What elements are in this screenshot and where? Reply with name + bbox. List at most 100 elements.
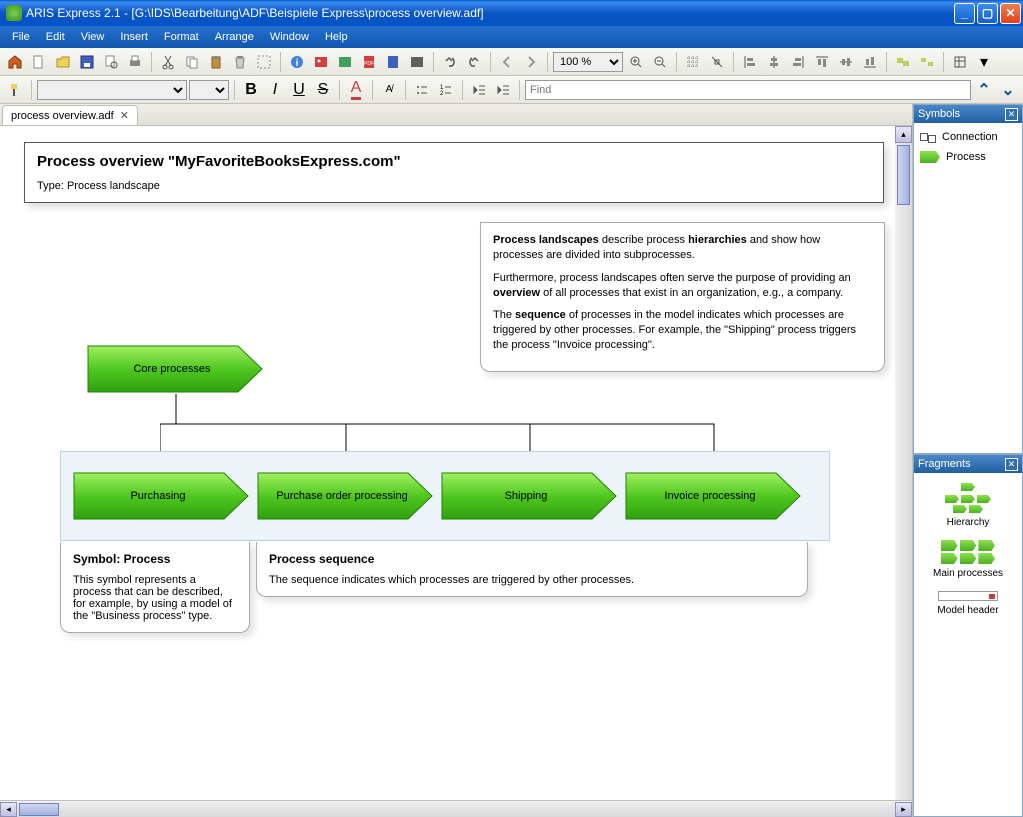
align-center-button[interactable] bbox=[763, 51, 785, 73]
numbering-button[interactable]: 12 bbox=[435, 79, 457, 101]
strikethrough-button[interactable]: S bbox=[312, 79, 334, 101]
fragments-panel-header[interactable]: Fragments ✕ bbox=[914, 455, 1022, 473]
titlebar: ARIS Express 2.1 - [G:\IDS\Bearbeitung\A… bbox=[0, 0, 1023, 26]
menu-arrange[interactable]: Arrange bbox=[207, 28, 262, 46]
clear-format-button[interactable]: A̸ bbox=[378, 79, 400, 101]
export-button[interactable] bbox=[406, 51, 428, 73]
menu-insert[interactable]: Insert bbox=[112, 28, 156, 46]
format-painter-button[interactable] bbox=[4, 79, 26, 101]
process-purchasing[interactable]: Purchasing bbox=[72, 471, 252, 521]
italic-button[interactable]: I bbox=[264, 79, 286, 101]
align-middle-button[interactable] bbox=[835, 51, 857, 73]
vertical-scrollbar[interactable]: ▴ bbox=[895, 126, 912, 800]
open-button[interactable] bbox=[52, 51, 74, 73]
print-button[interactable] bbox=[124, 51, 146, 73]
snap-button[interactable] bbox=[706, 51, 728, 73]
menu-window[interactable]: Window bbox=[262, 28, 317, 46]
font-color-button[interactable]: A bbox=[345, 79, 367, 101]
fragment-model-header[interactable]: Model header bbox=[918, 585, 1018, 622]
copy-button[interactable] bbox=[181, 51, 203, 73]
find-next-button[interactable]: ⌄ bbox=[997, 79, 1019, 101]
process-shipping-label: Shipping bbox=[440, 471, 620, 521]
process-shipping[interactable]: Shipping bbox=[440, 471, 620, 521]
align-bottom-button[interactable] bbox=[859, 51, 881, 73]
symbol-connection[interactable]: Connection bbox=[918, 127, 1018, 147]
export-pdf-button[interactable]: PDF bbox=[358, 51, 380, 73]
outdent-button[interactable] bbox=[468, 79, 490, 101]
undo-button[interactable] bbox=[439, 51, 461, 73]
delete-button[interactable] bbox=[229, 51, 251, 73]
process-invoice[interactable]: Invoice processing bbox=[624, 471, 804, 521]
nav-forward-button[interactable] bbox=[520, 51, 542, 73]
canvas-scroll[interactable]: Process overview "MyFavoriteBooksExpress… bbox=[0, 126, 912, 800]
model-header-box[interactable]: Process overview "MyFavoriteBooksExpress… bbox=[24, 142, 884, 203]
layout-dropdown[interactable]: ▾ bbox=[973, 51, 995, 73]
paste-button[interactable] bbox=[205, 51, 227, 73]
horizontal-scrollbar[interactable]: ◂ ▸ bbox=[0, 800, 912, 817]
ungroup-button[interactable] bbox=[916, 51, 938, 73]
description-box[interactable]: Process landscapes describe process hier… bbox=[480, 222, 885, 372]
font-size-select[interactable] bbox=[189, 80, 229, 100]
symbols-panel-close-icon[interactable]: ✕ bbox=[1005, 108, 1018, 121]
home-button[interactable] bbox=[4, 51, 26, 73]
process-invoice-label: Invoice processing bbox=[624, 471, 804, 521]
fragment-main-processes[interactable]: Main processes bbox=[918, 534, 1018, 585]
fragment-hierarchy[interactable]: Hierarchy bbox=[918, 477, 1018, 534]
symbol-process[interactable]: Process bbox=[918, 147, 1018, 167]
hscroll-thumb[interactable] bbox=[19, 803, 59, 816]
maximize-button[interactable]: ▢ bbox=[977, 3, 998, 24]
indent-button[interactable] bbox=[492, 79, 514, 101]
callout-symbol[interactable]: Symbol: Process This symbol represents a… bbox=[60, 542, 250, 633]
layout-button[interactable] bbox=[949, 51, 971, 73]
process-core-label: Core processes bbox=[86, 344, 266, 394]
menu-view[interactable]: View bbox=[73, 28, 113, 46]
main-processes-icon bbox=[941, 540, 995, 564]
zoom-in-button[interactable] bbox=[625, 51, 647, 73]
tab-document[interactable]: process overview.adf ✕ bbox=[2, 105, 138, 125]
redo-button[interactable] bbox=[463, 51, 485, 73]
print-preview-button[interactable] bbox=[100, 51, 122, 73]
save-button[interactable] bbox=[76, 51, 98, 73]
symbols-panel-header[interactable]: Symbols ✕ bbox=[914, 105, 1022, 123]
menu-edit[interactable]: Edit bbox=[38, 28, 73, 46]
bold-button[interactable]: B bbox=[240, 79, 262, 101]
callout-sequence[interactable]: Process sequence The sequence indicates … bbox=[256, 542, 808, 597]
fragments-panel: Fragments ✕ Hierarchy bbox=[913, 454, 1023, 817]
minimize-button[interactable]: _ bbox=[954, 3, 975, 24]
nav-back-button[interactable] bbox=[496, 51, 518, 73]
font-select[interactable] bbox=[37, 80, 187, 100]
menu-format[interactable]: Format bbox=[156, 28, 207, 46]
bullets-button[interactable] bbox=[411, 79, 433, 101]
scroll-right-button[interactable]: ▸ bbox=[895, 802, 912, 817]
zoom-select[interactable]: 100 % bbox=[553, 52, 623, 72]
export-image-button[interactable] bbox=[310, 51, 332, 73]
process-core[interactable]: Core processes bbox=[86, 344, 266, 394]
zoom-out-button[interactable] bbox=[649, 51, 671, 73]
info-button[interactable]: i bbox=[286, 51, 308, 73]
group-button[interactable] bbox=[892, 51, 914, 73]
close-button[interactable]: ✕ bbox=[1000, 3, 1021, 24]
underline-button[interactable]: U bbox=[288, 79, 310, 101]
menu-help[interactable]: Help bbox=[317, 28, 356, 46]
export-emf-button[interactable] bbox=[334, 51, 356, 73]
process-purchase-order[interactable]: Purchase order processing bbox=[256, 471, 436, 521]
align-left-button[interactable] bbox=[739, 51, 761, 73]
symbol-process-label: Process bbox=[946, 151, 986, 163]
callout-sequence-title: Process sequence bbox=[269, 552, 795, 566]
cut-button[interactable] bbox=[157, 51, 179, 73]
export-rtf-button[interactable] bbox=[382, 51, 404, 73]
tab-close-icon[interactable]: ✕ bbox=[120, 109, 129, 122]
align-right-button[interactable] bbox=[787, 51, 809, 73]
vscroll-thumb[interactable] bbox=[897, 145, 910, 205]
new-button[interactable] bbox=[28, 51, 50, 73]
grid-button[interactable] bbox=[682, 51, 704, 73]
fragments-panel-close-icon[interactable]: ✕ bbox=[1005, 458, 1018, 471]
find-prev-button[interactable]: ⌃ bbox=[973, 79, 995, 101]
scroll-left-button[interactable]: ◂ bbox=[0, 802, 17, 817]
select-all-button[interactable] bbox=[253, 51, 275, 73]
find-input[interactable] bbox=[525, 80, 971, 100]
menu-file[interactable]: File bbox=[4, 28, 38, 46]
align-top-button[interactable] bbox=[811, 51, 833, 73]
canvas[interactable]: Process overview "MyFavoriteBooksExpress… bbox=[0, 126, 890, 800]
scroll-up-button[interactable]: ▴ bbox=[895, 126, 912, 143]
